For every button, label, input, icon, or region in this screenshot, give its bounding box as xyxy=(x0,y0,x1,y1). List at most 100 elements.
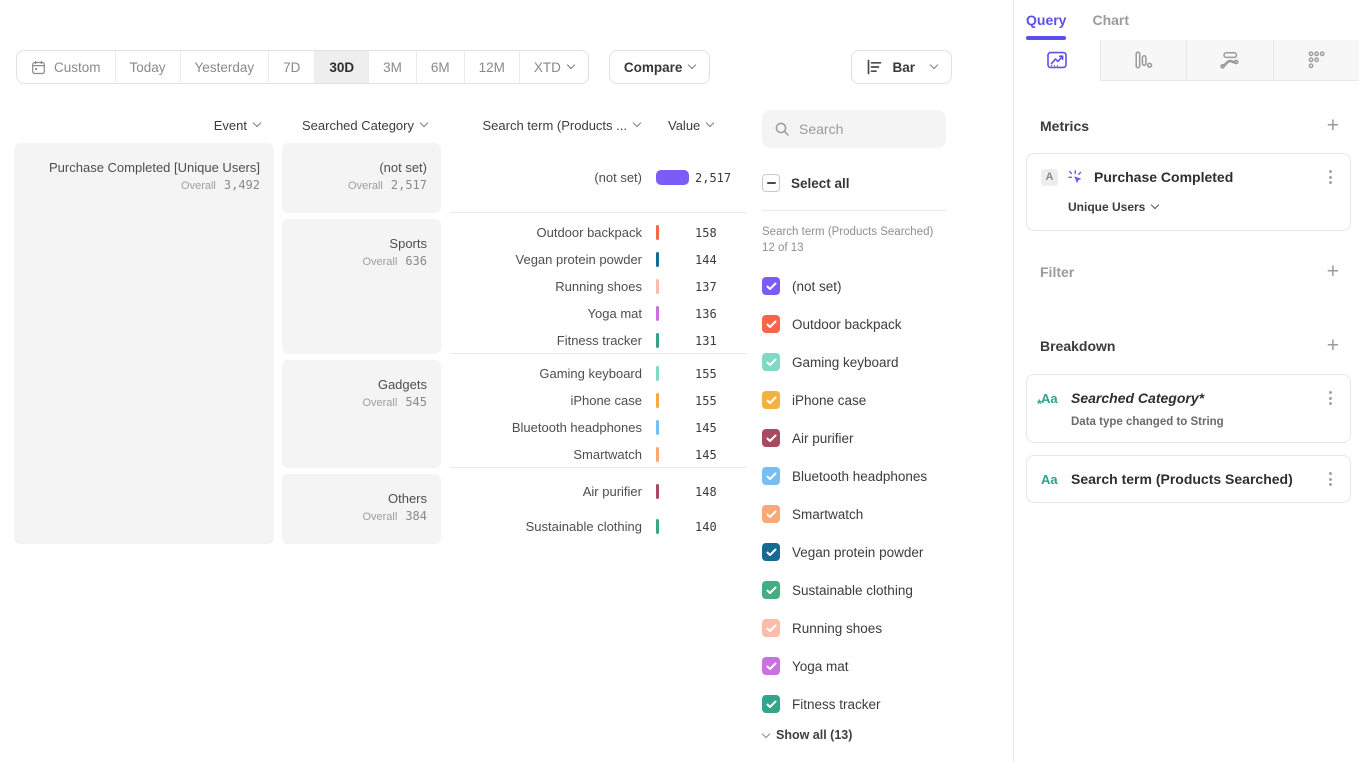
range-7d[interactable]: 7D xyxy=(268,51,314,83)
range-30d[interactable]: 30D xyxy=(314,51,368,83)
chevron-down-icon xyxy=(633,119,641,127)
tab-chart[interactable]: Chart xyxy=(1092,12,1129,40)
legend-item[interactable]: iPhone case xyxy=(762,381,946,419)
legend-item[interactable]: Sustainable clothing xyxy=(762,571,946,609)
range-3m[interactable]: 3M xyxy=(368,51,416,83)
column-header-event[interactable]: Event xyxy=(14,118,274,133)
select-all-row[interactable]: Select all xyxy=(762,174,946,192)
measurement-dropdown[interactable]: Unique Users xyxy=(1068,200,1336,214)
legend-item[interactable]: Outdoor backpack xyxy=(762,305,946,343)
kebab-menu-icon[interactable] xyxy=(1325,168,1336,186)
property-type-icon: Aa xyxy=(1041,472,1061,487)
tab-query[interactable]: Query xyxy=(1026,12,1066,40)
chevron-down-icon xyxy=(706,119,714,127)
metric-card: A Purchase Completed Unique Users xyxy=(1026,153,1351,231)
range-yesterday[interactable]: Yesterday xyxy=(180,51,269,83)
retention-icon xyxy=(1306,50,1326,70)
term-label: (not set) xyxy=(450,170,642,185)
checkbox-checked-icon[interactable] xyxy=(762,315,780,333)
column-header-value[interactable]: Value xyxy=(656,118,747,133)
term-row[interactable]: iPhone case155 xyxy=(450,387,747,414)
compare-button[interactable]: Compare xyxy=(609,50,711,84)
add-filter-button[interactable]: + xyxy=(1327,263,1339,281)
tab-funnels[interactable] xyxy=(1100,40,1187,81)
category-overall: Overall2,517 xyxy=(348,178,427,192)
term-value: 145 xyxy=(695,421,747,435)
checkbox-checked-icon[interactable] xyxy=(762,619,780,637)
legend-item[interactable]: Bluetooth headphones xyxy=(762,457,946,495)
chart-type-button[interactable]: Bar xyxy=(851,50,952,84)
legend-item[interactable]: Yoga mat xyxy=(762,647,946,685)
legend-item[interactable]: Gaming keyboard xyxy=(762,343,946,381)
tab-insights[interactable] xyxy=(1014,40,1100,81)
term-row[interactable]: Sustainable clothing140 xyxy=(450,513,747,540)
metrics-section-header: Metrics + xyxy=(1040,117,1339,135)
checkbox-checked-icon[interactable] xyxy=(762,695,780,713)
category-cell: SportsOverall636 xyxy=(282,219,441,354)
search-input[interactable] xyxy=(799,121,934,137)
checkbox-checked-icon[interactable] xyxy=(762,353,780,371)
tab-retention[interactable] xyxy=(1273,40,1359,81)
term-value: 140 xyxy=(695,520,747,534)
range-today[interactable]: Today xyxy=(115,51,180,83)
range-label: Custom xyxy=(54,60,101,75)
add-breakdown-button[interactable]: + xyxy=(1327,337,1339,355)
value-bar xyxy=(656,366,659,381)
breakdown-list: Aa*Searched Category*Data type changed t… xyxy=(1014,374,1359,503)
value-bar-slot xyxy=(656,333,689,348)
breakdown-row: Aa*Searched Category* xyxy=(1041,389,1336,407)
checkbox-checked-icon[interactable] xyxy=(762,277,780,295)
kebab-menu-icon[interactable] xyxy=(1325,470,1336,488)
legend-item[interactable]: Smartwatch xyxy=(762,495,946,533)
term-row[interactable]: Vegan protein powder144 xyxy=(450,246,747,273)
add-metric-button[interactable]: + xyxy=(1327,117,1339,135)
legend-item[interactable]: Running shoes xyxy=(762,609,946,647)
checkbox-checked-icon[interactable] xyxy=(762,391,780,409)
legend-item-label: iPhone case xyxy=(792,393,866,408)
term-row[interactable]: Yoga mat136 xyxy=(450,300,747,327)
term-row[interactable]: (not set)2,517 xyxy=(450,164,747,191)
legend-item[interactable]: Fitness tracker xyxy=(762,685,946,723)
checkbox-checked-icon[interactable] xyxy=(762,467,780,485)
checkbox-checked-icon[interactable] xyxy=(762,657,780,675)
category-label: Others xyxy=(388,490,427,507)
term-row[interactable]: Outdoor backpack158 xyxy=(450,219,747,246)
breakdown-row: AaSearch term (Products Searched) xyxy=(1041,470,1336,488)
term-value: 136 xyxy=(695,307,747,321)
asterisk-icon: * xyxy=(1037,397,1042,411)
term-row[interactable]: Air purifier148 xyxy=(450,478,747,505)
range-12m[interactable]: 12M xyxy=(464,51,519,83)
term-row[interactable]: Smartwatch145 xyxy=(450,441,747,468)
tab-flows[interactable] xyxy=(1186,40,1273,81)
select-all-checkbox[interactable] xyxy=(762,174,780,192)
term-row[interactable]: Bluetooth headphones 145 xyxy=(450,414,747,441)
app-window: Custom TodayYesterday7D30D3M6M12MXTD Comp… xyxy=(0,0,1359,762)
range-6m[interactable]: 6M xyxy=(416,51,464,83)
term-label: Bluetooth headphones xyxy=(450,420,642,435)
range-custom[interactable]: Custom xyxy=(17,51,115,83)
value-bar-slot xyxy=(656,519,689,534)
checkbox-checked-icon[interactable] xyxy=(762,543,780,561)
kebab-menu-icon[interactable] xyxy=(1325,389,1336,407)
value-bar-slot xyxy=(656,447,689,462)
term-row[interactable]: Running shoes137 xyxy=(450,273,747,300)
term-value: 155 xyxy=(695,394,747,408)
column-header-searched-category[interactable]: Searched Category xyxy=(282,118,441,133)
legend-item[interactable]: (not set) xyxy=(762,267,946,305)
value-bar xyxy=(656,420,659,435)
column-header-search-term[interactable]: Search term (Products ... xyxy=(450,118,642,133)
category-cell: (not set)Overall2,517 xyxy=(282,143,441,213)
query-panel-tabs: Query Chart xyxy=(1014,0,1359,40)
term-row[interactable]: Gaming keyboard155 xyxy=(450,360,747,387)
overall-label: Overall xyxy=(362,397,397,409)
checkbox-checked-icon[interactable] xyxy=(762,581,780,599)
term-row[interactable]: Fitness tracker131 xyxy=(450,327,747,354)
show-all-button[interactable]: Show all (13) xyxy=(762,728,946,742)
chart-type-label: Bar xyxy=(892,60,915,75)
legend-item[interactable]: Air purifier xyxy=(762,419,946,457)
legend-item[interactable]: Vegan protein powder xyxy=(762,533,946,571)
term-label: Gaming keyboard xyxy=(450,366,642,381)
range-xtd[interactable]: XTD xyxy=(519,51,588,83)
checkbox-checked-icon[interactable] xyxy=(762,505,780,523)
checkbox-checked-icon[interactable] xyxy=(762,429,780,447)
